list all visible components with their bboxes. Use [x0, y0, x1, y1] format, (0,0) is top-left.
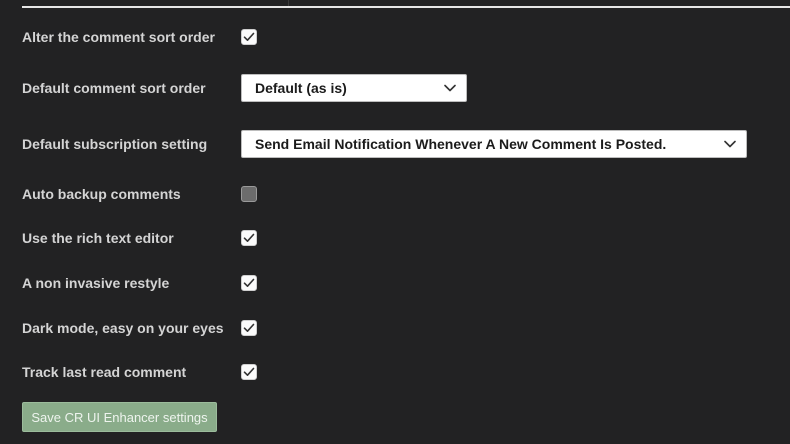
default-subscription-select[interactable]: Send Email Notification Whenever A New C…	[241, 130, 747, 158]
track-last-read-checkbox[interactable]	[241, 364, 257, 380]
save-settings-button[interactable]: Save CR UI Enhancer settings	[22, 402, 217, 432]
non-invasive-restyle-checkbox[interactable]	[241, 275, 257, 291]
setting-row-dark-mode: Dark mode, easy on your eyes	[22, 318, 790, 338]
checkmark-icon	[243, 367, 255, 376]
default-sort-order-value: Default (as is)	[255, 80, 347, 96]
checkmark-icon	[243, 233, 255, 242]
setting-row-auto-backup: Auto backup comments	[22, 184, 790, 204]
setting-row-alter-sort-order: Alter the comment sort order	[22, 27, 790, 47]
top-divider	[22, 6, 790, 8]
setting-row-non-invasive-restyle: A non invasive restyle	[22, 273, 790, 293]
setting-label-auto-backup: Auto backup comments	[22, 186, 181, 202]
dark-mode-checkbox[interactable]	[241, 320, 257, 336]
setting-row-rich-text-editor: Use the rich text editor	[22, 228, 790, 248]
setting-label-default-subscription: Default subscription setting	[22, 136, 208, 152]
chevron-down-icon	[444, 84, 456, 92]
setting-label-non-invasive-restyle: A non invasive restyle	[22, 275, 170, 291]
setting-label-dark-mode: Dark mode, easy on your eyes	[22, 320, 224, 336]
setting-row-track-last-read: Track last read comment	[22, 362, 790, 382]
setting-label-default-sort-order: Default comment sort order	[22, 80, 206, 96]
default-sort-order-select[interactable]: Default (as is)	[241, 74, 467, 102]
setting-label-track-last-read: Track last read comment	[22, 364, 187, 380]
checkmark-icon	[243, 32, 255, 41]
auto-backup-checkbox[interactable]	[241, 186, 257, 202]
top-divider-tick	[288, 0, 289, 6]
default-subscription-value: Send Email Notification Whenever A New C…	[255, 136, 667, 152]
rich-text-editor-checkbox[interactable]	[241, 230, 257, 246]
setting-label-alter-sort-order: Alter the comment sort order	[22, 29, 215, 45]
setting-label-rich-text-editor: Use the rich text editor	[22, 230, 174, 246]
checkmark-icon	[243, 323, 255, 332]
chevron-down-icon	[724, 140, 736, 148]
setting-row-default-sort-order: Default comment sort order Default (as i…	[22, 73, 790, 103]
checkmark-icon	[243, 278, 255, 287]
alter-sort-order-checkbox[interactable]	[241, 29, 257, 45]
setting-row-default-subscription: Default subscription setting Send Email …	[22, 129, 790, 159]
